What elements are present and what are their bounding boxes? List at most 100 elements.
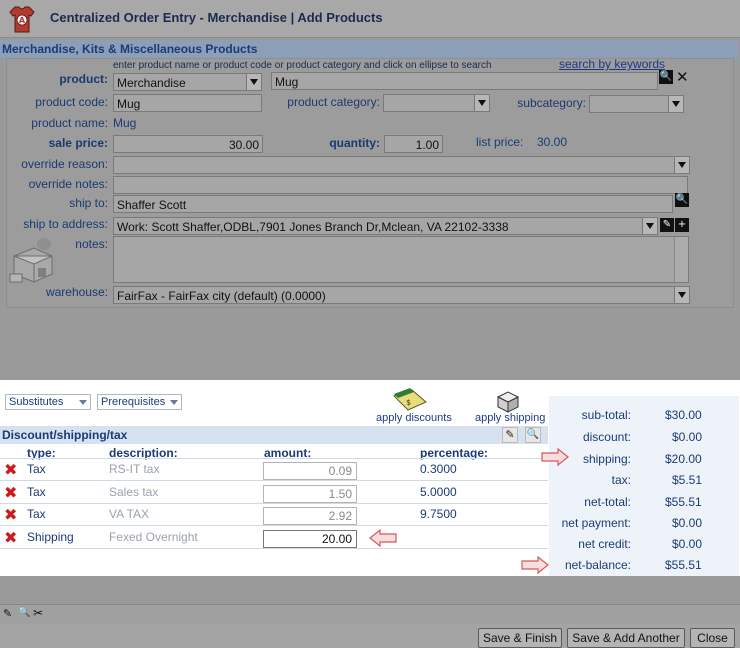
bottom-toolbar: [0, 604, 740, 624]
override-reason-label: override reason:: [21, 157, 108, 171]
net-payment-value: $0.00: [672, 516, 703, 530]
delete-x-icon[interactable]: ✖: [4, 462, 17, 478]
shipping-value: $20.00: [665, 452, 702, 466]
product-category-label: product category:: [287, 95, 380, 109]
search-icon[interactable]: 🔍: [675, 193, 689, 207]
tax-value: $5.51: [672, 473, 703, 487]
chevron-down-icon: [170, 400, 178, 405]
net-credit-value: $0.00: [672, 537, 703, 551]
clear-x-icon[interactable]: ✕: [676, 68, 689, 86]
row-amount-input[interactable]: 1.50: [263, 485, 357, 503]
delete-x-icon[interactable]: ✖: [4, 507, 17, 523]
net-credit-label: net credit:: [578, 537, 631, 551]
table-row-divider: [0, 548, 548, 549]
product-search-value: Mug: [275, 75, 299, 89]
product-code-input[interactable]: Mug: [113, 94, 262, 112]
row-amount-input[interactable]: 2.92: [263, 507, 357, 525]
delete-x-icon[interactable]: ✖: [4, 530, 17, 546]
quantity-label: quantity:: [329, 136, 380, 150]
notes-scrollbar[interactable]: [674, 237, 688, 282]
row-type: Tax: [27, 462, 46, 476]
prerequisites-label: Prerequisites: [101, 396, 166, 408]
subtotal-value: $30.00: [665, 408, 702, 422]
svg-text:A: A: [19, 16, 26, 25]
net-payment-label: net payment:: [561, 516, 631, 530]
ship-to-address-value: Work: Scott Shaffer,ODBL,7901 Jones Bran…: [117, 220, 509, 234]
table-divider: [0, 458, 548, 459]
apply-discounts-link[interactable]: apply discounts: [376, 412, 452, 424]
window-title: Centralized Order Entry - Merchandise | …: [50, 10, 383, 25]
row-description: Sales tax: [109, 485, 159, 499]
tax-label: tax:: [611, 473, 631, 487]
warehouse-value: FairFax - FairFax city (default) (0.0000…: [117, 289, 326, 303]
save-add-another-button[interactable]: Save & Add Another: [567, 628, 685, 648]
product-code-label: product code:: [35, 95, 108, 109]
product-label: product:: [59, 72, 108, 86]
row-amount-input[interactable]: 20.00: [263, 530, 357, 548]
table-row-divider: [0, 525, 548, 526]
chevron-down-icon: [668, 96, 683, 112]
ship-to-input[interactable]: Shaffer Scott: [113, 195, 673, 213]
discount-value: $0.00: [672, 430, 703, 444]
svg-text:$: $: [406, 398, 411, 407]
row-description: Fexed Overnight: [109, 530, 198, 544]
net-balance-label: net-balance:: [564, 558, 631, 572]
edit-pencil-icon[interactable]: ✎: [502, 427, 518, 443]
row-type: Tax: [27, 485, 46, 499]
subcategory-label: subcategory:: [517, 96, 586, 110]
row-type: Tax: [27, 507, 46, 521]
sale-price-input[interactable]: 30.00: [113, 135, 263, 153]
product-category-select[interactable]: [383, 94, 490, 112]
quantity-input[interactable]: 1.00: [384, 135, 443, 153]
prerequisites-select[interactable]: Prerequisites: [97, 394, 182, 410]
close-button[interactable]: Close: [690, 628, 735, 648]
ship-to-address-label: ship to address:: [23, 217, 108, 231]
notes-textarea[interactable]: [113, 236, 689, 283]
apply-shipping-box-icon[interactable]: [494, 389, 522, 413]
row-description: RS-IT tax: [109, 462, 160, 476]
override-notes-input[interactable]: [113, 176, 688, 194]
search-hint: enter product name or product code or pr…: [113, 60, 492, 71]
product-type-select[interactable]: Merchandise: [113, 73, 262, 91]
discount-label: discount:: [582, 430, 631, 444]
row-percentage: 5.0000: [420, 485, 457, 499]
notes-label: notes:: [75, 237, 108, 251]
override-reason-select[interactable]: [113, 156, 690, 174]
search-by-keywords-link[interactable]: search by keywords: [559, 57, 665, 71]
product-name-value: Mug: [113, 116, 137, 130]
ship-to-label: ship to:: [69, 196, 108, 210]
tools-icon[interactable]: ✂: [33, 606, 43, 620]
apply-discounts-icon[interactable]: $: [390, 388, 430, 414]
subcategory-select[interactable]: [589, 95, 684, 113]
add-plus-icon[interactable]: +: [675, 218, 689, 232]
product-code-value: Mug: [117, 97, 141, 111]
ship-to-address-select[interactable]: Work: Scott Shaffer,ODBL,7901 Jones Bran…: [113, 217, 658, 235]
edit-pencil-icon[interactable]: ✎: [3, 607, 12, 620]
list-price-label: list price:: [476, 135, 524, 149]
delete-x-icon[interactable]: ✖: [4, 485, 17, 501]
product-name-label: product name:: [31, 116, 108, 130]
row-percentage: 9.7500: [420, 507, 457, 521]
sale-price-label: sale price:: [48, 136, 108, 150]
row-percentage: 0.3000: [420, 462, 457, 476]
edit-pencil-icon[interactable]: ✎: [660, 218, 674, 232]
row-description: VA TAX: [109, 507, 150, 521]
chevron-down-icon: [474, 95, 489, 111]
chevron-down-icon: [674, 157, 689, 173]
search-icon[interactable]: 🔍: [18, 607, 30, 618]
row-amount-input[interactable]: 0.09: [263, 462, 357, 480]
product-search-input[interactable]: Mug: [271, 72, 658, 90]
table-row-divider: [0, 503, 548, 504]
warehouse-select[interactable]: FairFax - FairFax city (default) (0.0000…: [113, 286, 690, 304]
save-finish-button[interactable]: Save & Finish: [478, 628, 562, 648]
section-title: Merchandise, Kits & Miscellaneous Produc…: [2, 42, 258, 56]
product-type-value: Merchandise: [117, 76, 186, 90]
chevron-down-icon: [642, 218, 657, 234]
search-icon[interactable]: 🔍: [659, 70, 673, 84]
row-type: Shipping: [27, 530, 74, 544]
table-row-divider: [0, 480, 548, 481]
substitutes-select[interactable]: Substitutes: [5, 394, 91, 410]
chevron-down-icon: [674, 287, 689, 303]
chevron-down-icon: [79, 400, 87, 405]
net-total-value: $55.51: [665, 495, 702, 509]
